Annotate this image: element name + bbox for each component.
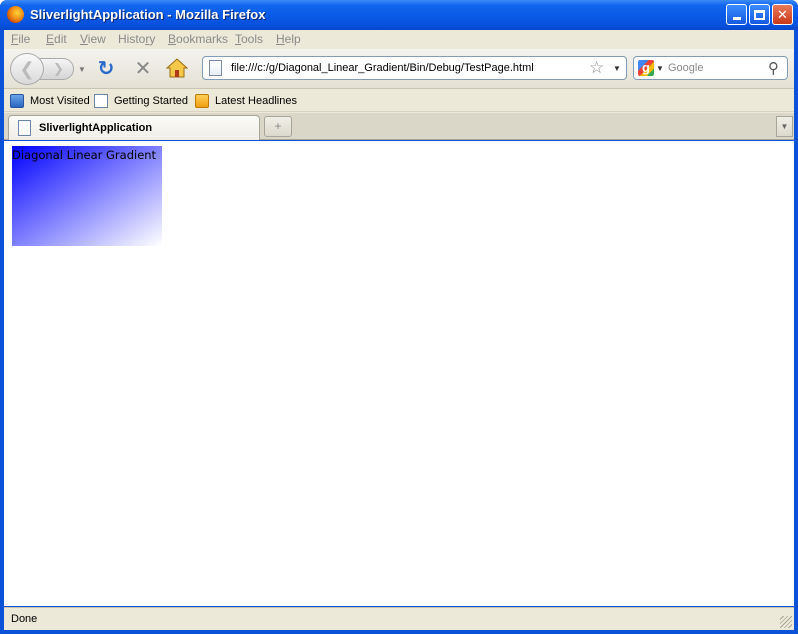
bookmarks-toolbar: Most Visited Getting Started Latest Head… — [4, 90, 794, 112]
menu-tools[interactable]: Tools — [235, 32, 263, 46]
tab-sliverlightapplication[interactable]: SliverlightApplication — [8, 115, 260, 140]
folder-icon — [10, 94, 24, 108]
menu-edit[interactable]: Edit — [46, 32, 67, 46]
forward-button[interactable]: ❯ — [40, 58, 74, 80]
status-text: Done — [11, 613, 38, 625]
new-tab-button[interactable]: + — [264, 116, 292, 137]
menu-help[interactable]: Help — [276, 32, 301, 46]
menu-bookmarks[interactable]: Bookmarks — [168, 32, 228, 46]
minimize-icon — [732, 17, 741, 20]
url-dropdown-icon[interactable]: ▼ — [613, 64, 621, 73]
menu-file[interactable]: File — [11, 32, 30, 46]
search-input[interactable]: Google — [668, 62, 703, 74]
bookmark-most-visited[interactable]: Most Visited — [10, 93, 90, 109]
page-icon — [94, 94, 108, 108]
bookmark-latest-headlines[interactable]: Latest Headlines — [195, 93, 297, 109]
browser-window: SliverlightApplication - Mozilla Firefox… — [0, 0, 798, 634]
maximize-icon — [754, 9, 765, 20]
page-icon — [209, 60, 222, 76]
url-text[interactable]: file:///c:/g/Diagonal_Linear_Gradient/Bi… — [231, 62, 534, 74]
menu-history[interactable]: History — [118, 32, 155, 46]
url-bar[interactable]: file:///c:/g/Diagonal_Linear_Gradient/Bi… — [202, 56, 627, 80]
rss-feed-icon — [195, 94, 209, 108]
search-magnifier-icon[interactable]: ⚲ — [768, 59, 779, 77]
diagonal-gradient-rectangle: Diagonal Linear Gradient — [12, 146, 162, 246]
navigation-toolbar: ❯ ❮ ▼ ↻ ✕ file:///c:/g/Diagonal_Linear_G… — [4, 49, 794, 89]
menu-bar: File Edit View History Bookmarks Tools H… — [4, 30, 794, 48]
page-content: Diagonal Linear Gradient — [4, 141, 794, 606]
search-bar[interactable]: g ▼ Google ⚲ — [633, 56, 788, 80]
reload-icon[interactable]: ↻ — [93, 56, 119, 82]
window-title: SliverlightApplication - Mozilla Firefox — [30, 7, 266, 22]
minimize-button[interactable] — [726, 4, 747, 25]
back-arrow-icon: ❮ — [19, 58, 35, 79]
engine-dropdown-icon[interactable]: ▼ — [656, 64, 664, 73]
maximize-button[interactable] — [749, 4, 770, 25]
page-icon — [18, 120, 31, 136]
bookmark-getting-started[interactable]: Getting Started — [94, 93, 188, 109]
close-button[interactable]: ✕ — [772, 4, 793, 25]
tab-label: SliverlightApplication — [39, 122, 153, 134]
list-all-tabs-button[interactable]: ▼ — [776, 116, 793, 137]
title-bar[interactable]: SliverlightApplication - Mozilla Firefox… — [0, 0, 798, 30]
browser-chrome: File Edit View History Bookmarks Tools H… — [4, 30, 794, 140]
back-button[interactable]: ❮ — [10, 53, 44, 85]
home-icon[interactable] — [166, 58, 188, 78]
history-dropdown-icon[interactable]: ▼ — [78, 65, 86, 74]
forward-arrow-icon: ❯ — [53, 61, 64, 76]
bookmark-star-icon[interactable]: ☆ — [589, 58, 604, 78]
back-forward-group: ❯ ❮ ▼ — [10, 53, 86, 85]
status-bar: Done — [4, 607, 794, 630]
gradient-caption: Diagonal Linear Gradient — [12, 148, 157, 162]
stop-icon[interactable]: ✕ — [130, 56, 156, 82]
resize-grip-icon[interactable] — [780, 616, 792, 628]
plus-icon: + — [274, 119, 282, 133]
menu-view[interactable]: View — [80, 32, 106, 46]
close-icon: ✕ — [777, 6, 788, 22]
chevron-down-icon: ▼ — [780, 122, 789, 131]
firefox-logo-icon — [7, 6, 24, 23]
tab-bar: SliverlightApplication + ▼ — [4, 113, 794, 140]
google-engine-icon[interactable]: g — [638, 60, 654, 76]
